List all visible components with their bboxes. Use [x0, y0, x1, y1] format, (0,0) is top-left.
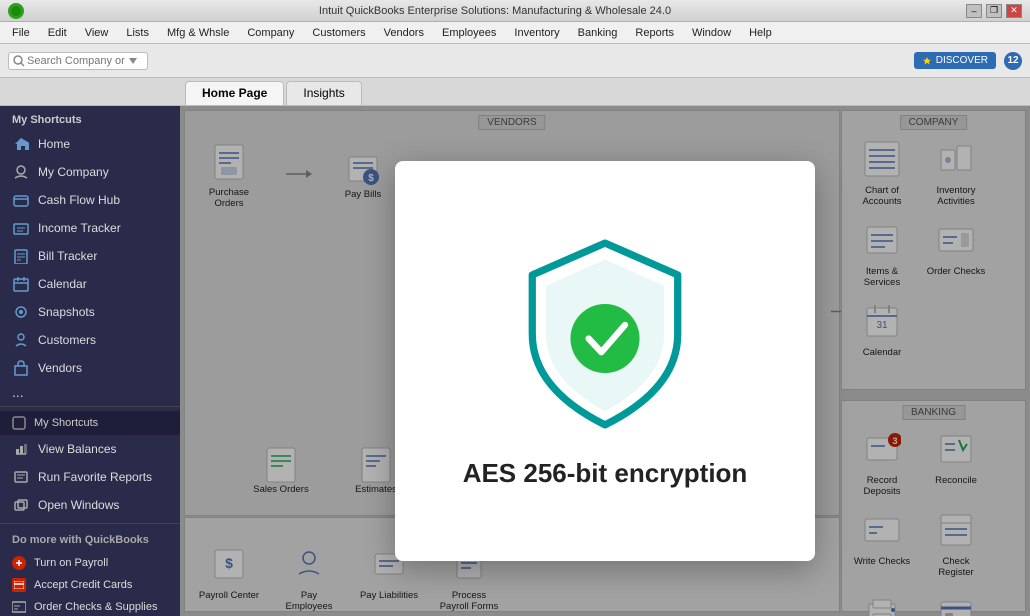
company-icon: [12, 163, 30, 181]
my-shortcuts-section-btn[interactable]: My Shortcuts: [0, 411, 180, 435]
menu-lists[interactable]: Lists: [118, 25, 157, 41]
encryption-modal: AES 256-bit encryption: [395, 161, 815, 561]
sidebar-item-orderchecks[interactable]: Order Checks & Supplies: [0, 596, 180, 616]
close-button[interactable]: ✕: [1006, 4, 1022, 18]
home-icon: [12, 135, 30, 153]
view-balances-icon: [12, 440, 30, 458]
creditcard-icon: [12, 578, 26, 592]
sidebar-home-label: Home: [38, 137, 70, 151]
tab-homepage[interactable]: Home Page: [185, 81, 284, 105]
restore-button[interactable]: ❐: [986, 4, 1002, 18]
sidebar-item-turnonpayroll[interactable]: Turn on Payroll: [0, 552, 180, 574]
window-title: Intuit QuickBooks Enterprise Solutions: …: [24, 5, 966, 17]
menu-edit[interactable]: Edit: [40, 25, 75, 41]
menu-employees[interactable]: Employees: [434, 25, 504, 41]
title-bar: Intuit QuickBooks Enterprise Solutions: …: [0, 0, 1030, 22]
customers-icon: [12, 331, 30, 349]
cashflow-icon: [12, 191, 30, 209]
version-badge: 12: [1004, 52, 1022, 70]
sidebar-incometracker-label: Income Tracker: [38, 221, 121, 235]
my-shortcuts-btn-label: My Shortcuts: [34, 417, 98, 429]
sidebar-divider-1: [0, 406, 180, 407]
sidebar-billtracker-label: Bill Tracker: [38, 249, 97, 263]
sidebar-item-customers[interactable]: Customers: [0, 326, 180, 354]
search-box[interactable]: [8, 52, 148, 70]
bill-icon: [12, 247, 30, 265]
sidebar-mycompany-label: My Company: [38, 165, 109, 179]
search-icon: [13, 55, 25, 67]
my-shortcuts-label: My Shortcuts: [0, 106, 180, 130]
menu-vendors[interactable]: Vendors: [376, 25, 432, 41]
section-icon: [12, 416, 26, 430]
do-more-label: Do more with QuickBooks: [0, 528, 180, 552]
discover-label: DISCOVER: [936, 55, 988, 66]
modal-title: AES 256-bit encryption: [463, 458, 748, 489]
sidebar: My Shortcuts Home My Company Cash Flow H…: [0, 106, 180, 616]
sidebar-item-snapshots[interactable]: Snapshots: [0, 298, 180, 326]
sidebar-more-dots[interactable]: ...: [0, 382, 180, 402]
menu-reports[interactable]: Reports: [627, 25, 682, 41]
run-fav-reports-label: Run Favorite Reports: [38, 470, 152, 484]
payroll-icon: [12, 556, 26, 570]
menu-mfg[interactable]: Mfg & Whsle: [159, 25, 237, 41]
tab-insights[interactable]: Insights: [286, 81, 361, 105]
turn-on-payroll-label: Turn on Payroll: [34, 557, 108, 569]
dropdown-icon: [129, 58, 137, 64]
sidebar-item-calendar[interactable]: Calendar: [0, 270, 180, 298]
sidebar-cashflow-label: Cash Flow Hub: [38, 193, 120, 207]
menu-file[interactable]: File: [4, 25, 38, 41]
menu-banking[interactable]: Banking: [570, 25, 626, 41]
menu-bar: File Edit View Lists Mfg & Whsle Company…: [0, 22, 1030, 44]
sidebar-item-cashflowshub[interactable]: Cash Flow Hub: [0, 186, 180, 214]
order-checks-label: Order Checks & Supplies: [34, 601, 158, 613]
view-balances-label: View Balances: [38, 442, 117, 456]
tab-bar: Home Page Insights: [0, 78, 1030, 106]
sidebar-item-acceptcreditcards[interactable]: Accept Credit Cards: [0, 574, 180, 596]
search-input[interactable]: [27, 55, 127, 67]
content-area: VENDORS Purchase Orders $ Pay Bills: [180, 106, 1030, 616]
toolbar: DISCOVER 12: [0, 44, 1030, 78]
open-windows-label: Open Windows: [38, 498, 119, 512]
snapshots-icon: [12, 303, 30, 321]
shield-graphic: [505, 234, 705, 434]
menu-inventory[interactable]: Inventory: [506, 25, 567, 41]
tracker-icon: [12, 219, 30, 237]
sidebar-customers-label: Customers: [38, 333, 96, 347]
calendar-icon: [12, 275, 30, 293]
menu-window[interactable]: Window: [684, 25, 739, 41]
menu-customers[interactable]: Customers: [304, 25, 373, 41]
sidebar-item-runfavreports[interactable]: Run Favorite Reports: [0, 463, 180, 491]
checks-icon: [12, 600, 26, 614]
modal-overlay: AES 256-bit encryption: [180, 106, 1030, 616]
open-windows-icon: [12, 496, 30, 514]
menu-help[interactable]: Help: [741, 25, 780, 41]
sidebar-item-incometracker[interactable]: Income Tracker: [0, 214, 180, 242]
sidebar-item-home[interactable]: Home: [0, 130, 180, 158]
sidebar-divider-2: [0, 523, 180, 524]
sidebar-item-viewbalances[interactable]: View Balances: [0, 435, 180, 463]
sidebar-item-billtracker[interactable]: Bill Tracker: [0, 242, 180, 270]
sidebar-item-vendors[interactable]: Vendors: [0, 354, 180, 382]
sidebar-vendors-label: Vendors: [38, 361, 82, 375]
main-layout: My Shortcuts Home My Company Cash Flow H…: [0, 106, 1030, 616]
star-icon: [922, 56, 932, 66]
sidebar-item-mycompany[interactable]: My Company: [0, 158, 180, 186]
run-fav-reports-icon: [12, 468, 30, 486]
discover-button[interactable]: DISCOVER: [914, 52, 996, 69]
menu-view[interactable]: View: [77, 25, 117, 41]
accept-credit-cards-label: Accept Credit Cards: [34, 579, 132, 591]
minimize-button[interactable]: –: [966, 4, 982, 18]
app-logo: [8, 3, 24, 19]
sidebar-item-openwindows[interactable]: Open Windows: [0, 491, 180, 519]
window-controls: – ❐ ✕: [966, 4, 1022, 18]
vendors-icon: [12, 359, 30, 377]
sidebar-snapshots-label: Snapshots: [38, 305, 95, 319]
menu-company[interactable]: Company: [239, 25, 302, 41]
sidebar-calendar-label: Calendar: [38, 277, 87, 291]
